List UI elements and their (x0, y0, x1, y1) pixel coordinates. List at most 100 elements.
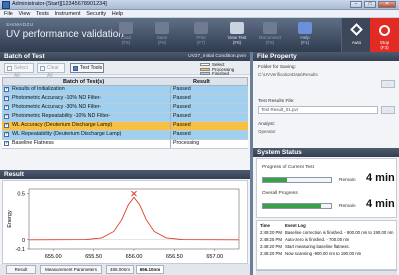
log-col-event: Event Log (285, 223, 306, 228)
row-test-name: Photometric Repeatability -10% ND Filter… (12, 113, 111, 119)
brand-logo: SHIMADZU (6, 22, 34, 27)
folder-field[interactable]: C:\UVVerificationData\Results (258, 72, 378, 80)
tab-measurement-parameters[interactable]: Measurement Parameters (40, 265, 102, 274)
row-checkbox[interactable] (4, 95, 9, 102)
current-remain-label: Remain (339, 178, 356, 183)
row-result: Processing (173, 140, 200, 146)
row-result: Passed (173, 113, 191, 119)
tab-656nm[interactable]: 656.10nm (136, 265, 164, 274)
folder-icon (119, 22, 133, 34)
row-checkbox[interactable] (4, 113, 9, 120)
row-checkbox[interactable] (4, 140, 9, 147)
tab-result[interactable]: Result (6, 265, 36, 274)
batch-title: Batch of Test (4, 53, 45, 60)
series-line (28, 196, 240, 241)
x-tick-label: 657.00 (206, 254, 223, 260)
minimize-button[interactable]: – (350, 1, 362, 8)
y-tick-label: -0.1 (16, 247, 25, 253)
x-tick-label: 656.00 (126, 254, 143, 260)
analyst-field[interactable]: Operator (258, 129, 378, 137)
stop-button[interactable]: Stop (F3) (370, 18, 399, 52)
row-test-name: Results of Initialization (12, 86, 65, 92)
row-checkbox[interactable] (4, 122, 9, 129)
disconnect-button[interactable]: Disconnect (F9) (257, 20, 283, 48)
overall-progress-bar (262, 203, 332, 209)
menu-view[interactable]: View (19, 10, 31, 18)
clear-icon (40, 66, 45, 71)
system-status-header: System Status (253, 148, 399, 157)
auto-button[interactable]: Auto (341, 18, 370, 52)
event-log: Time Event Log 2:49:20 PM Baseline correc… (256, 220, 397, 270)
log-horizontal-scrollbar[interactable] (256, 270, 397, 275)
table-row[interactable]: Baseline Flatness Processing (2, 140, 248, 149)
current-progress-label: Progress of Current Test (262, 165, 314, 170)
table-row[interactable]: Results of Initialization Passed (2, 86, 248, 95)
help-button[interactable]: Help (F1) (292, 20, 318, 48)
view-test-button[interactable]: View Test (F8) (224, 20, 250, 48)
app-icon (2, 1, 10, 9)
row-test-name: Photometric Accuracy -30% ND Filter- (12, 104, 102, 110)
maximize-button[interactable]: □ (364, 1, 376, 8)
analyst-label: Analyst: (258, 122, 276, 127)
app-title: UV performance validation (6, 29, 124, 40)
menu-help[interactable]: Help (112, 10, 123, 18)
y-axis-label: Energy (7, 210, 13, 228)
help-icon (298, 22, 312, 34)
window-title: Administrator-[Start][12345678901234] (12, 1, 107, 7)
current-progress-bar (262, 177, 332, 183)
monitor-icon (230, 22, 244, 34)
row-test-name: Photometric Accuracy -10% ND Filter- (12, 95, 102, 101)
row-test-name: WL Repeatability (Deuterium Discharge La… (12, 131, 122, 137)
menu-tests[interactable]: Tests (36, 10, 49, 18)
overall-remain-time: 4 min (366, 198, 395, 210)
table-row[interactable]: Photometric Accuracy -30% ND Filter- Pass… (2, 104, 248, 113)
table-row[interactable]: Photometric Repeatability -10% ND Filter… (2, 113, 248, 122)
batch-file-name: UV27_Initial Condition.pvm (188, 54, 246, 59)
log-time: 2:49:20 PM (260, 230, 282, 235)
log-entry: 2:49:20 PM Baseline correction is finishe… (257, 230, 396, 236)
col-result-header: Result (193, 79, 210, 85)
print-button[interactable]: Print (F7) (188, 20, 214, 48)
menu-file[interactable]: File (4, 10, 13, 18)
overall-progress-label: Overall Progress (262, 191, 298, 196)
system-status-title: System Status (257, 149, 302, 156)
results-browse-button[interactable]: ... (381, 106, 395, 114)
log-event: Start measuring baseline flatness. (285, 244, 350, 249)
y-tick-label: 0.5 (17, 192, 25, 198)
overall-progress-fill (263, 204, 321, 208)
log-event: Baseline correction is finished. - 900.0… (285, 230, 394, 235)
close-button[interactable]: ✕ (378, 1, 396, 8)
window-title-bar: Administrator-[Start][12345678901234] – … (0, 0, 399, 10)
clear-all-button[interactable]: Clear All (37, 63, 65, 79)
row-checkbox[interactable] (4, 104, 9, 111)
row-checkbox[interactable] (4, 131, 9, 138)
test-tools-button[interactable]: Test Tools (70, 63, 104, 73)
x-tick-label: 656.50 (166, 254, 183, 260)
row-divider (170, 95, 171, 103)
row-result: Passed (173, 86, 191, 92)
result-panel-header: Result (0, 170, 250, 179)
checkbox-icon (7, 66, 12, 71)
tab-486nm[interactable]: 486.00nm (106, 265, 134, 274)
row-divider (170, 113, 171, 121)
row-divider (170, 122, 171, 130)
col-test-header: Batch of Test(s) (63, 79, 105, 85)
save-button[interactable]: Save (F6) (149, 20, 175, 48)
row-result: Passed (173, 104, 191, 110)
result-title: Result (4, 171, 24, 178)
results-file-field[interactable]: Test Result_01.pvr (258, 106, 378, 114)
row-checkbox[interactable] (4, 86, 9, 93)
load-button[interactable]: Load (F5) (113, 20, 139, 48)
disconnect-icon (263, 22, 277, 34)
select-all-button[interactable]: Select All (4, 63, 34, 79)
table-row[interactable]: WL Accuracy (Deuterium Discharge Lamp) Pa… (2, 122, 248, 131)
folder-browse-button[interactable]: ... (381, 80, 395, 88)
row-divider (170, 86, 171, 94)
log-col-time: Time (260, 223, 270, 228)
menu-security[interactable]: Security (86, 10, 106, 18)
table-row[interactable]: Photometric Accuracy -10% ND Filter- Pass… (2, 95, 248, 104)
table-row[interactable]: WL Repeatability (Deuterium Discharge La… (2, 131, 248, 140)
row-result: Passed (173, 122, 191, 128)
folder-label: Folder for Saving: (258, 65, 296, 70)
menu-instrument[interactable]: Instrument (55, 10, 81, 18)
